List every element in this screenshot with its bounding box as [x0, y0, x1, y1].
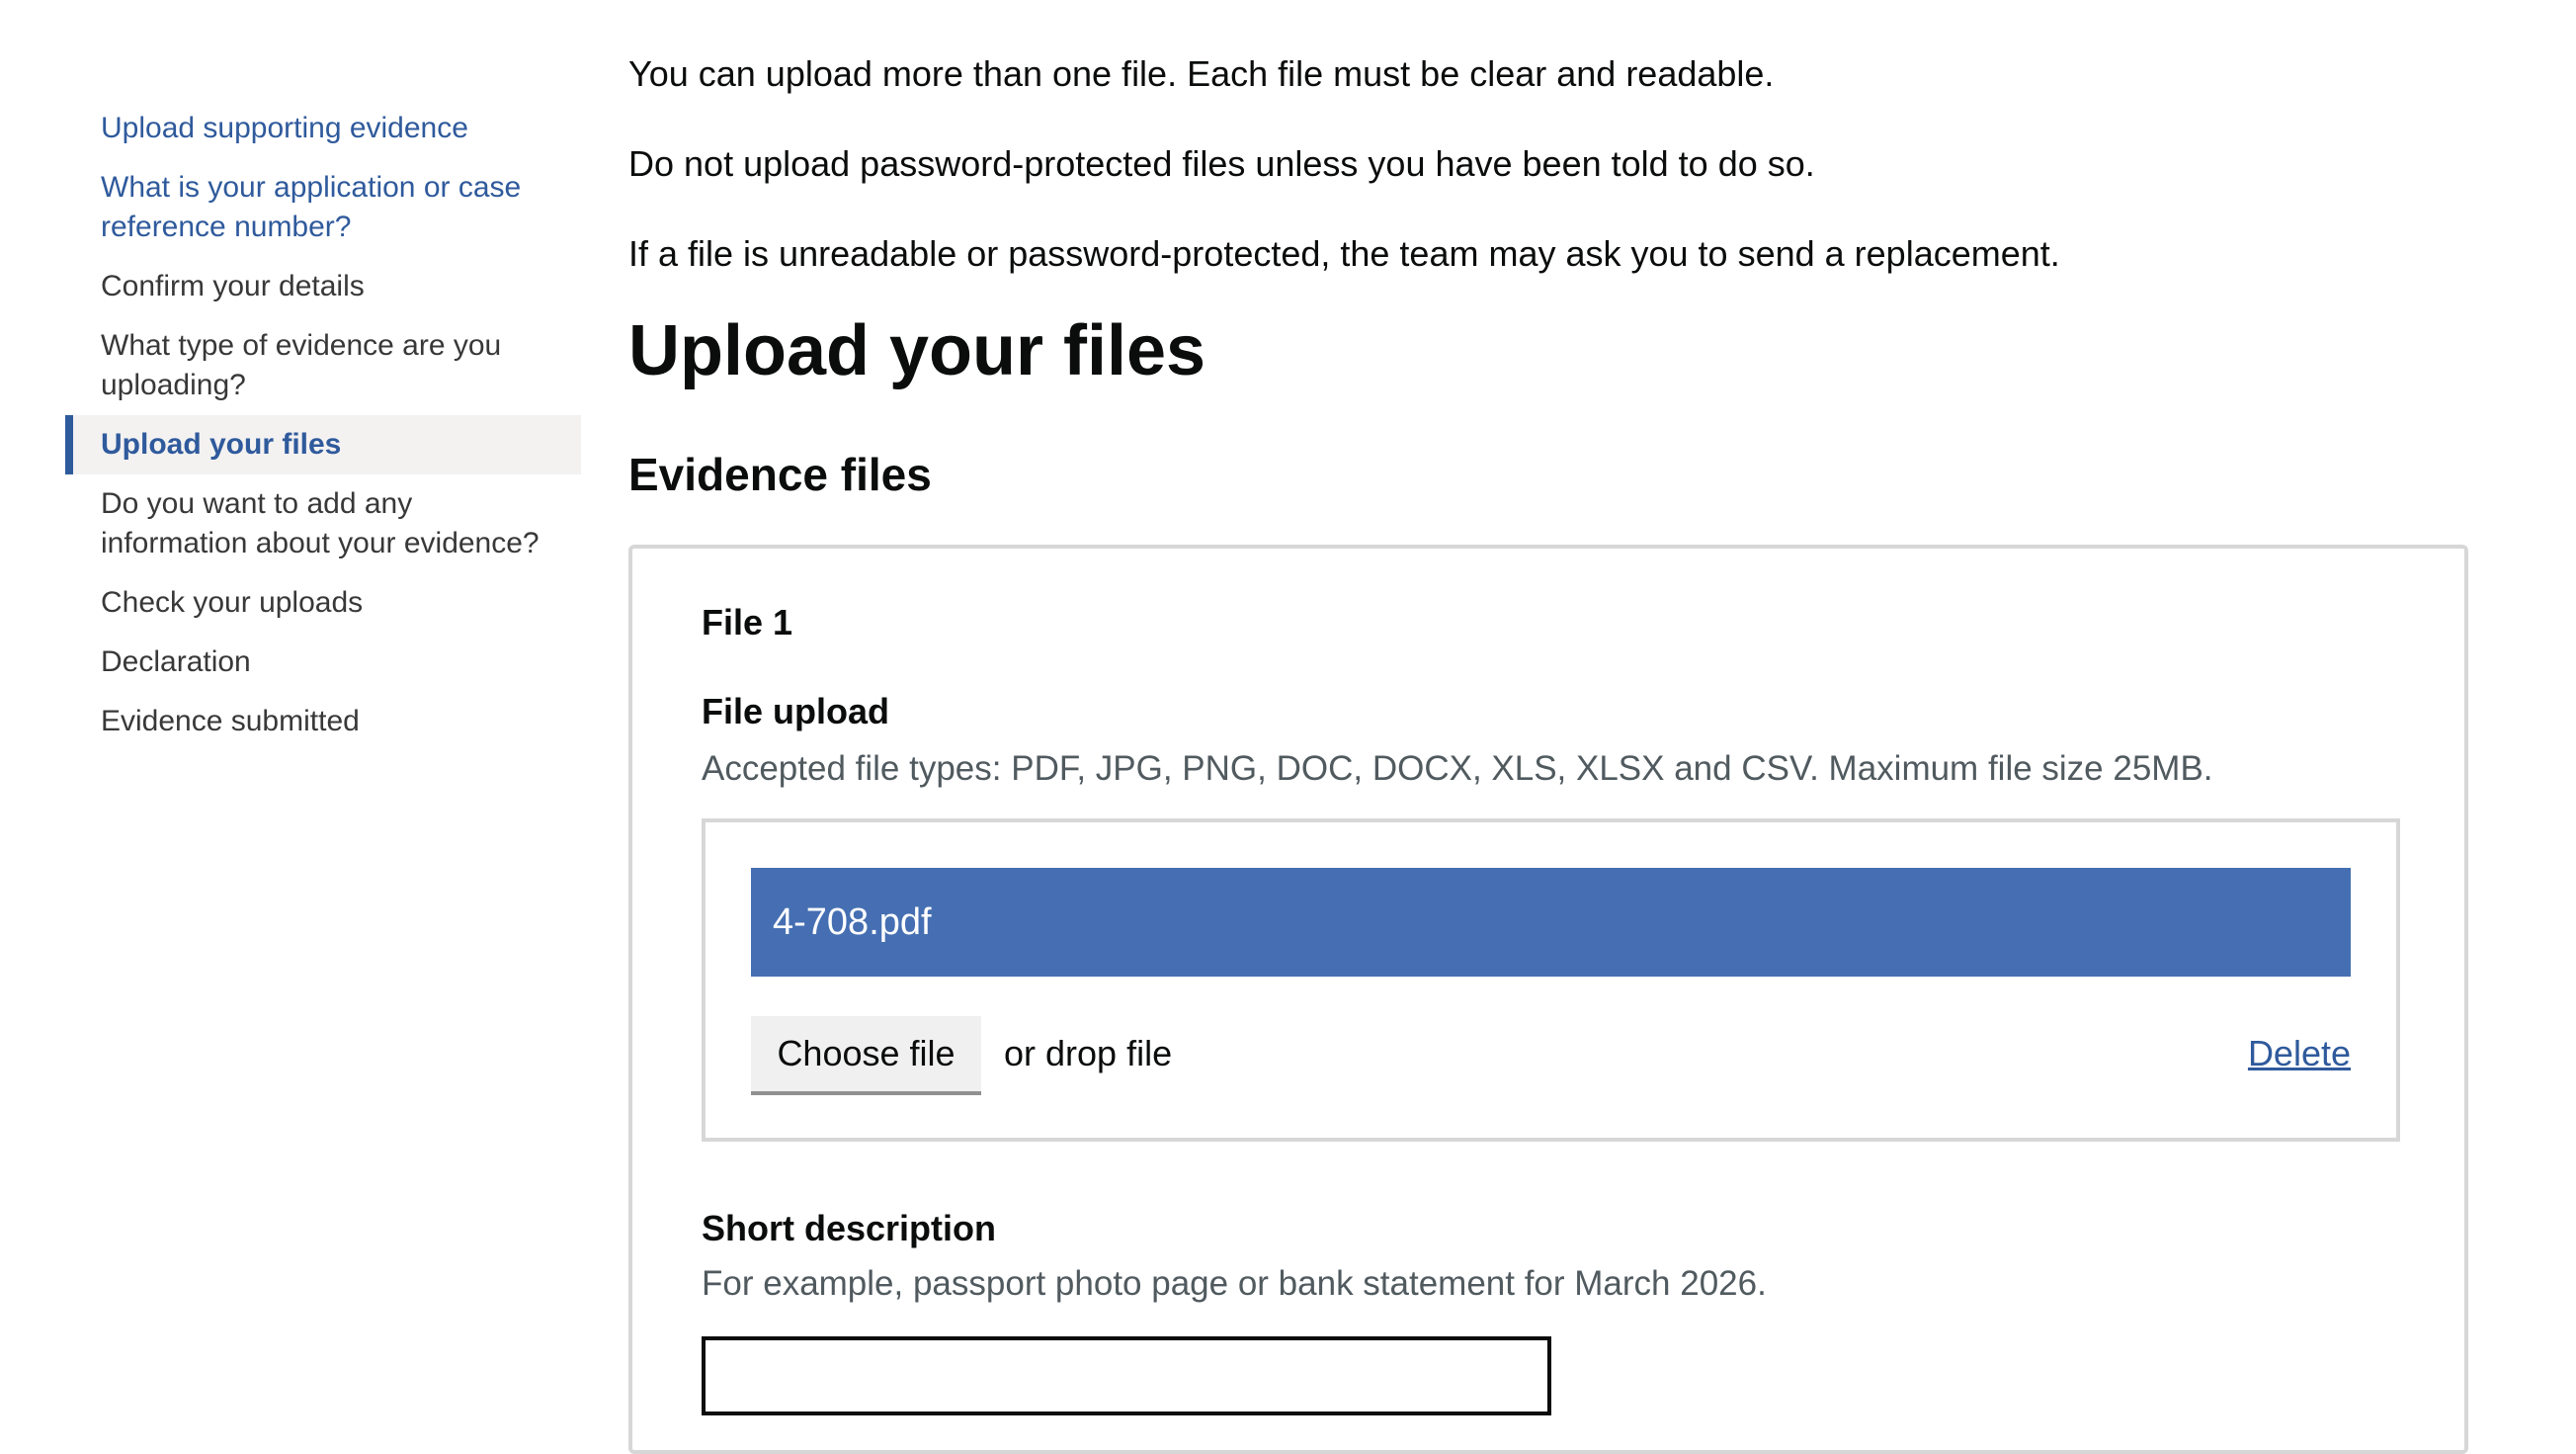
file-upload-label: File upload	[702, 691, 890, 731]
sidebar-item-check-uploads: Check your uploads	[101, 586, 364, 619]
choose-file-button[interactable]: Choose file	[751, 1016, 981, 1095]
selected-file-name: 4-708.pdf	[751, 868, 2351, 977]
delete-file-link[interactable]: Delete	[2248, 1032, 2351, 1075]
short-description-hint: For example, passport photo page or bank…	[702, 1264, 1767, 1303]
intro-paragraph-1: You can upload more than one file. Each …	[628, 53, 1775, 94]
step-navigation: Upload supporting evidence What is your …	[65, 99, 581, 751]
intro-paragraph-2: Do not upload password-protected files u…	[628, 143, 1815, 184]
drop-file-text: or drop file	[1004, 1033, 1173, 1073]
sidebar-item-upload-files: Upload your files	[65, 415, 581, 474]
sidebar-item-reference-number[interactable]: What is your application or case referen…	[65, 158, 581, 257]
page-title: Upload your files	[628, 311, 1206, 390]
short-description-label: Short description	[702, 1208, 997, 1248]
file-upload-hint: Accepted file types: PDF, JPG, PNG, DOC,…	[702, 749, 2213, 788]
file-dropzone[interactable]: 4-708.pdf Choose file or drop file Delet…	[702, 818, 2400, 1142]
section-heading: Evidence files	[628, 449, 932, 500]
file-card-title: File 1	[702, 602, 793, 642]
sidebar-item-confirm-details: Confirm your details	[101, 270, 365, 302]
sidebar-item-upload-supporting-evidence[interactable]: Upload supporting evidence	[65, 99, 581, 158]
sidebar-item-evidence-submitted: Evidence submitted	[101, 705, 360, 737]
file-card: File 1 File upload Accepted file types: …	[628, 545, 2468, 1454]
short-description-input[interactable]	[702, 1336, 1551, 1415]
sidebar-item-additional-information: Do you want to add any information about…	[101, 487, 540, 559]
sidebar-item-declaration: Declaration	[101, 645, 251, 678]
intro-paragraph-3: If a file is unreadable or password-prot…	[628, 233, 2060, 274]
sidebar-item-evidence-type: What type of evidence are you uploading?	[101, 329, 502, 401]
